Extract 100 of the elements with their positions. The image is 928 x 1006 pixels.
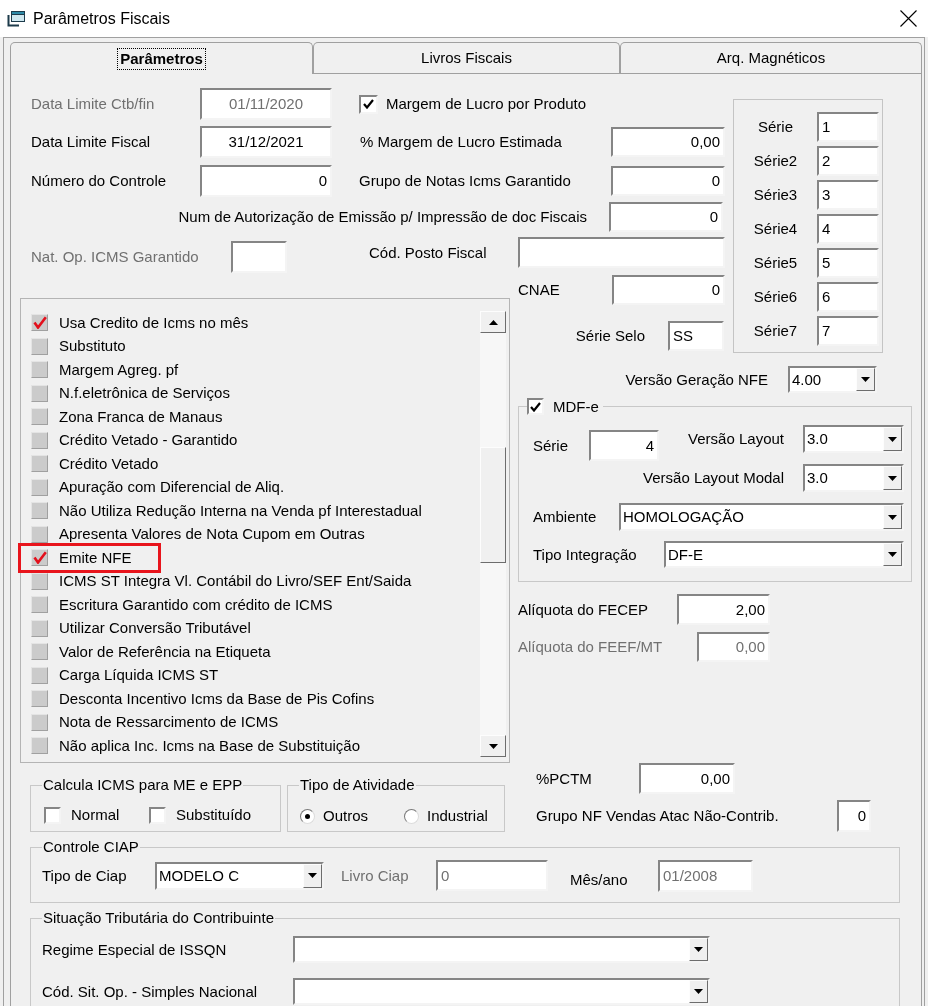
input-field[interactable]: 3: [817, 180, 879, 210]
field-label: Ambiente: [533, 508, 598, 526]
dropdown-button[interactable]: [883, 543, 902, 566]
tab[interactable]: Livros Fiscais: [313, 42, 620, 73]
caret-down-icon: [861, 377, 870, 382]
field-label: Data Limite Ctb/fin: [31, 95, 156, 113]
field-label: Cód. Posto Fiscal: [369, 244, 488, 262]
field-label: Mês/ano: [570, 870, 629, 889]
caret-down-icon: [888, 436, 897, 442]
field-label: Série: [533, 437, 570, 455]
caret-down-icon: [888, 514, 897, 520]
dropdown-field[interactable]: 4.00: [788, 366, 877, 393]
input-field[interactable]: 0: [200, 165, 332, 197]
field-label: Cód. Sit. Op. - Simples Nacional: [42, 982, 259, 1001]
field-label: Alíquota do FEEF/MT: [518, 638, 664, 656]
option-label: Apresenta Valores de Nota Cupom em Outras: [59, 525, 365, 544]
dropdown-field[interactable]: 3.0: [803, 425, 904, 453]
tab[interactable]: Arq. Magnéticos: [620, 42, 922, 73]
option-label: Nota de Ressarcimento de ICMS: [59, 713, 279, 732]
dropdown-button[interactable]: [856, 368, 875, 391]
field-label: Versão Geração NFE: [625, 370, 768, 389]
input-field[interactable]: 31/12/2021: [200, 126, 332, 158]
dropdown-field[interactable]: DF-E: [664, 541, 904, 568]
radio-label: Outros: [323, 807, 368, 825]
field-label: Num de Autorização de Emissão p/ Impressão de doc Fiscais: [177, 208, 588, 226]
input-field[interactable]: 0: [609, 202, 723, 232]
checkbox[interactable]: [359, 94, 378, 114]
field-label: Número do Controle: [31, 172, 168, 190]
option-label: Crédito Vetado: [59, 454, 159, 473]
option-label: Não Utiliza Redução Interna na Venda pf Interestadual: [59, 501, 422, 520]
option-label: Carga Líquida ICMS ST: [59, 666, 219, 685]
group-title: Situação Tributária do Contribuinte: [42, 909, 275, 927]
input-field[interactable]: [518, 237, 725, 268]
dropdown-button[interactable]: [689, 980, 708, 1003]
group-title: Tipo de Atividade: [299, 776, 416, 794]
input-field[interactable]: 0,00: [611, 127, 725, 157]
checkbox[interactable]: [149, 806, 166, 824]
input-field[interactable]: SS: [668, 321, 724, 351]
field-label: % Margem de Lucro Estimada: [360, 133, 563, 151]
caret-down-icon: [308, 873, 317, 878]
radio-button[interactable]: [300, 808, 315, 824]
scrollbar-thumb[interactable]: [480, 447, 506, 563]
checkbox[interactable]: [527, 398, 544, 415]
field-label: Tipo Integração: [533, 545, 638, 564]
input-field[interactable]: 4: [817, 214, 879, 244]
dropdown-button[interactable]: [689, 938, 708, 961]
input-field[interactable]: 0: [837, 800, 871, 832]
field-label: Série Selo: [575, 327, 645, 345]
input-field[interactable]: [231, 241, 287, 273]
dropdown-field[interactable]: [293, 978, 710, 1005]
caret-down-icon: [488, 743, 498, 749]
input-field[interactable]: 0: [612, 275, 725, 305]
field-label: Tipo de Ciap: [42, 866, 128, 885]
option-label: Valor de Referência na Etiqueta: [59, 642, 271, 661]
scroll-down-button[interactable]: [480, 735, 506, 757]
option-label: Crédito Vetado - Garantido: [59, 431, 238, 450]
input-field[interactable]: 2: [817, 146, 879, 176]
check-icon: [363, 99, 374, 109]
field-label: Grupo de Notas Icms Garantido: [359, 172, 572, 190]
dropdown-button[interactable]: [883, 427, 902, 451]
checkbox-label: Substituído: [176, 806, 252, 824]
field-label: Versão Layout Modal: [643, 469, 784, 487]
input-field[interactable]: 0,00: [639, 763, 735, 794]
radio-button[interactable]: [404, 808, 419, 824]
input-field[interactable]: 6: [817, 282, 879, 312]
check-icon: [530, 401, 541, 412]
input-field[interactable]: 1: [817, 112, 879, 142]
check-icon: [32, 551, 47, 565]
field-label: Nat. Op. ICMS Garantido: [31, 248, 200, 266]
field-label: Série7: [752, 322, 799, 340]
tab[interactable]: Parâmetros: [10, 42, 313, 74]
scroll-up-button[interactable]: [480, 311, 506, 333]
window-title: Parâmetros Fiscais: [33, 9, 170, 28]
check-icon: [32, 316, 47, 330]
option-label: ICMS ST Integra Vl. Contábil do Livro/SEF Ent/Saida: [59, 572, 412, 591]
caret-down-icon: [888, 475, 897, 481]
field-label: Versão Layout: [688, 430, 784, 448]
option-label: Usa Credito de Icms no mês: [59, 313, 249, 332]
dropdown-field[interactable]: MODELO C: [155, 861, 324, 890]
field-label: CNAE: [518, 281, 561, 299]
option-label: Substituto: [59, 337, 126, 356]
dropdown-field[interactable]: [293, 936, 710, 963]
input-field[interactable]: 0: [611, 166, 725, 196]
dropdown-field[interactable]: HOMOLOGAÇÃO: [619, 503, 904, 531]
radio-label: Industrial: [427, 807, 488, 825]
input-field[interactable]: 5: [817, 248, 879, 278]
group-title: Calcula ICMS para ME e EPP: [42, 776, 244, 794]
input-field[interactable]: 4: [589, 430, 659, 461]
input-field[interactable]: 7: [817, 316, 879, 346]
dropdown-field[interactable]: 3.0: [803, 464, 904, 492]
option-label: Emite NFE: [59, 548, 132, 567]
dropdown-button[interactable]: [303, 863, 322, 888]
input-field[interactable]: 2,00: [677, 594, 770, 625]
option-label: Zona Franca de Manaus: [59, 407, 223, 426]
checkbox[interactable]: [44, 806, 61, 824]
field-label: Série: [757, 118, 794, 136]
dropdown-button[interactable]: [883, 466, 902, 490]
field-label: Data Limite Fiscal: [31, 133, 152, 151]
checkbox-label: Normal: [71, 806, 120, 824]
dropdown-button[interactable]: [883, 505, 902, 529]
